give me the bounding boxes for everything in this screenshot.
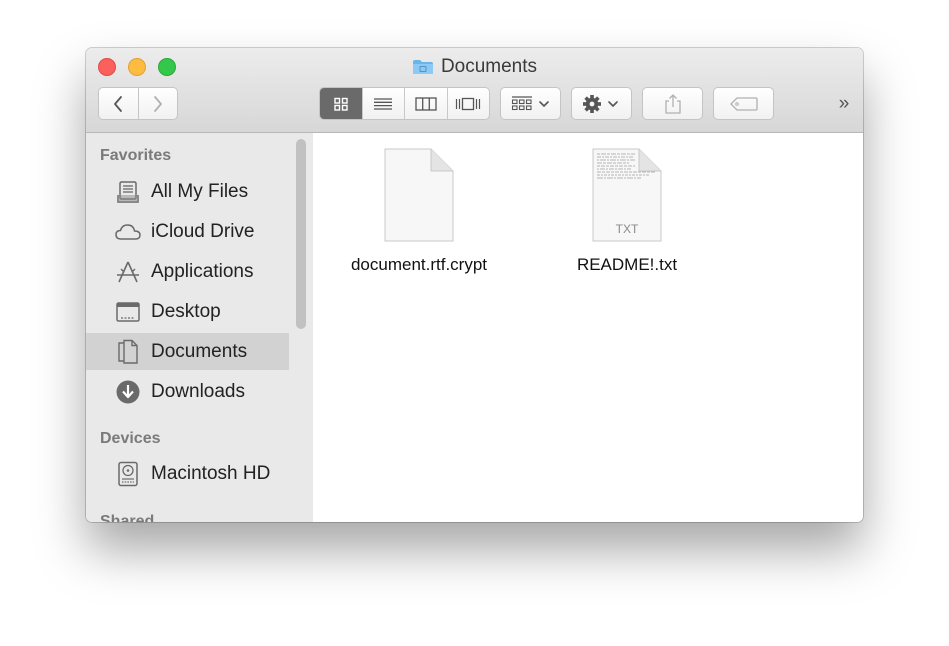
sidebar-item-icloud-drive[interactable]: iCloud Drive: [86, 213, 289, 250]
view-mode-buttons: [319, 87, 490, 120]
column-view-button[interactable]: [404, 88, 447, 119]
arrange-button[interactable]: [500, 87, 561, 120]
window-title-group: Documents: [86, 56, 863, 78]
file-name: README!.txt: [576, 255, 678, 274]
applications-icon: [114, 259, 142, 285]
share-button[interactable]: [642, 87, 703, 120]
sidebar-item-documents[interactable]: Documents: [86, 333, 289, 370]
cover-flow-button[interactable]: [446, 88, 490, 119]
sidebar-item-applications[interactable]: Applications: [86, 253, 289, 290]
sidebar-item-label: Documents: [151, 340, 248, 362]
chevron-right-icon: [153, 95, 162, 112]
sidebar-item-label: Applications: [151, 260, 254, 282]
desktop-icon: [114, 299, 142, 325]
cover-flow-icon: [456, 97, 481, 110]
file-type-badge: TXT: [616, 222, 639, 236]
sidebar-scrollbar[interactable]: [296, 139, 306, 329]
share-icon: [664, 93, 681, 114]
list-view-button[interactable]: [361, 88, 405, 119]
file-item-document-rtf-crypt[interactable]: document.rtf.crypt: [329, 147, 509, 275]
file-item-readme-txt[interactable]: TXT README!.txt: [537, 147, 717, 275]
toolbar-overflow-button[interactable]: »: [833, 93, 855, 115]
navigation-buttons: [98, 87, 178, 120]
list-icon: [374, 97, 393, 110]
finder-window: Documents » Favorites All My Files iClou…: [86, 48, 863, 522]
sidebar-header-shared: Shared: [100, 513, 155, 522]
cloud-icon: [114, 219, 142, 245]
columns-icon: [415, 96, 437, 111]
sidebar-item-all-my-files[interactable]: All My Files: [86, 173, 289, 210]
back-button[interactable]: [99, 88, 138, 119]
sidebar-item-label: Downloads: [151, 380, 245, 402]
forward-button[interactable]: [137, 88, 178, 119]
grid-icon: [334, 97, 348, 111]
gear-icon: [582, 94, 618, 113]
sidebar-header-devices: Devices: [100, 430, 161, 447]
hard-drive-icon: [114, 461, 142, 487]
documents-icon: [114, 339, 142, 365]
title-bar[interactable]: Documents »: [86, 48, 863, 133]
chevron-left-icon: [114, 95, 123, 112]
sidebar-item-label: iCloud Drive: [151, 220, 255, 242]
file-browser-area[interactable]: document.rtf.crypt TXT README!.txt: [313, 133, 863, 522]
window-title: Documents: [440, 56, 538, 77]
tag-icon: [729, 96, 758, 111]
tag-button[interactable]: [713, 87, 774, 120]
sidebar-item-desktop[interactable]: Desktop: [86, 293, 289, 330]
sidebar-item-label: Macintosh HD: [151, 462, 271, 484]
folder-icon: [412, 59, 434, 75]
all-files-icon: [114, 179, 142, 205]
text-document-icon: TXT: [592, 148, 662, 242]
arrange-grid-icon: [511, 95, 549, 110]
sidebar-item-downloads[interactable]: Downloads: [86, 373, 289, 410]
sidebar: Favorites All My Files iCloud Drive Appl…: [86, 133, 313, 522]
downloads-icon: [114, 379, 142, 405]
file-name: document.rtf.crypt: [350, 255, 488, 274]
icon-view-button[interactable]: [320, 88, 362, 119]
sidebar-item-label: Desktop: [151, 300, 221, 322]
blank-document-icon: [384, 148, 454, 242]
sidebar-item-label: All My Files: [151, 180, 249, 202]
sidebar-header-favorites: Favorites: [100, 147, 172, 164]
action-button[interactable]: [571, 87, 632, 120]
sidebar-item-macintosh-hd[interactable]: Macintosh HD: [86, 455, 289, 492]
